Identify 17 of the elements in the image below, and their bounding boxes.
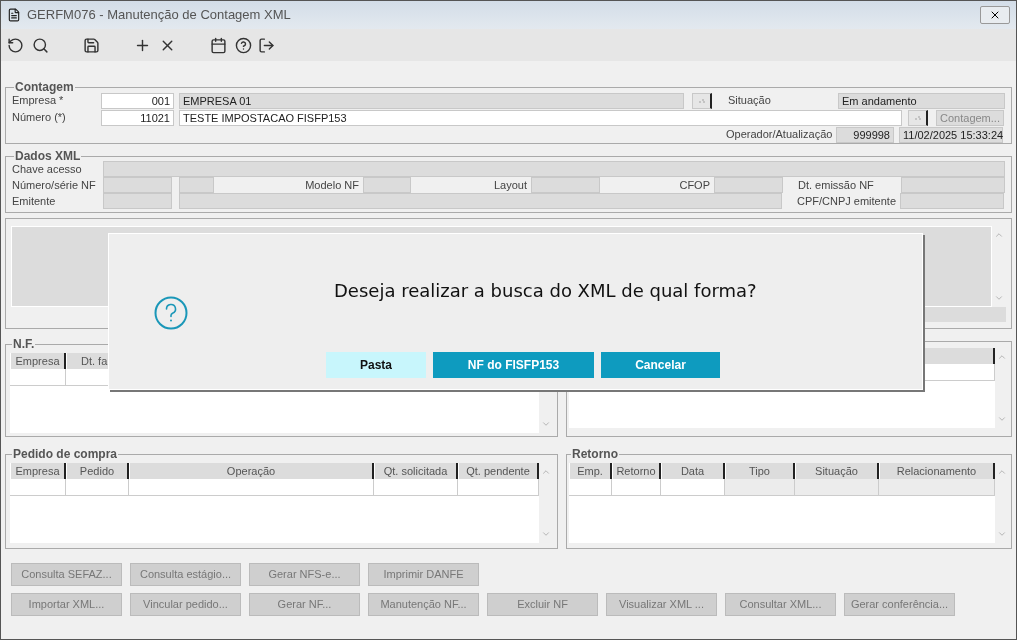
field-label: Empresa * [12,94,65,109]
field-label: CFOP [678,177,711,193]
group-title: Contagem [14,79,75,96]
field-label: Número (*) [12,110,67,126]
window-title: GERFM076 - Manutenção de Contagem XML [27,6,292,25]
field-label: Layout [492,177,528,193]
dialog-message: Deseja realizar a busca do XML de qual forma? [334,278,757,303]
field-label: Número/série NF [12,177,97,193]
field-label: Operador/Atualização [726,127,834,143]
field-label: Emitente [12,193,57,209]
group-title: Pedido de compra [12,446,119,463]
field-label: CPF/CNPJ emitente [797,193,898,209]
group-title: N.F. [12,336,36,353]
group-title: Retorno [571,446,619,463]
field-label: Situação [728,93,772,109]
field-label: Dt. emissão NF [798,177,875,193]
field-label: Modelo NF [304,177,360,193]
